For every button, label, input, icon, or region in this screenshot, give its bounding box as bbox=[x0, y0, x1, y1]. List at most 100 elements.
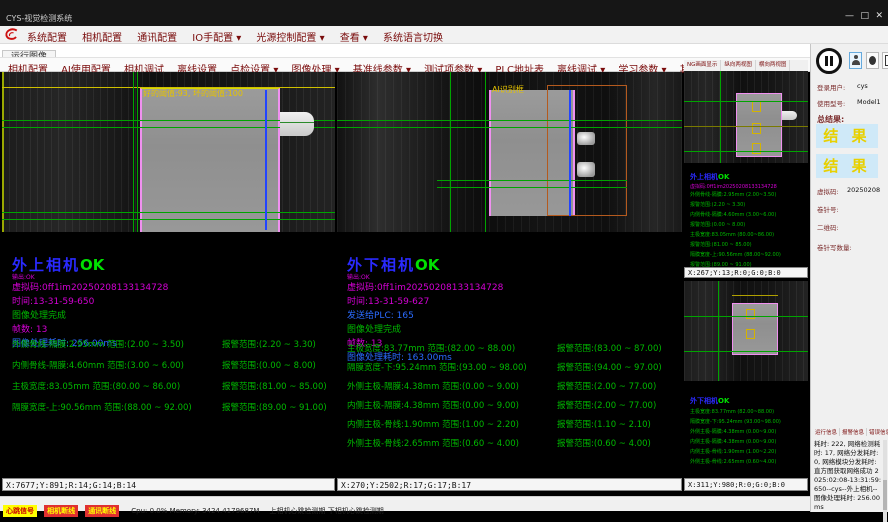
small-bottom-title: 外下相机 bbox=[690, 397, 718, 405]
qr-code-label: 二维码: bbox=[817, 222, 839, 232]
small-bottom-camera-image[interactable] bbox=[684, 281, 808, 381]
small-top-title: 外上相机 bbox=[690, 173, 718, 181]
threshold-overlay-label: 好的阈值:93, 坏的阈值:100 bbox=[143, 88, 243, 99]
measurement-row: 外侧主极-骨线:2.65mm 范围:(0.60 ~ 4.00)报警范围:(0.6… bbox=[347, 437, 682, 456]
measurement-row: 隔膜宽度-下:95.24mm 范围:(93.00 ~ 98.00)报警范围:(9… bbox=[347, 361, 682, 380]
guide-vline bbox=[137, 72, 138, 232]
small-top-camera-image[interactable] bbox=[684, 71, 808, 163]
mini-tab-ng-display[interactable]: NG画面显示 bbox=[684, 60, 721, 71]
measurement-row: 内侧骨线-隔膜:4.60mm 范围:(3.00 ~ 6.00)报警范围:(0.0… bbox=[12, 359, 334, 380]
mini-meas-line: 外侧主极-骨线:2.65mm (0.60~4.00) bbox=[690, 457, 808, 467]
guide-vline bbox=[133, 72, 134, 232]
mid-time: 时间:13-31-59-627 bbox=[347, 295, 677, 309]
measurement-row: 内侧主极-骨线:1.90mm 范围:(1.00 ~ 2.20)报警范围:(1.1… bbox=[347, 418, 682, 437]
virtual-code-value: 20250208 bbox=[847, 186, 880, 194]
close-icon[interactable]: ✕ bbox=[875, 11, 883, 21]
mini-meas-line: 隔膜宽度-上:90.56mm (88.00~92.00) bbox=[690, 250, 808, 260]
tab-handle-shape bbox=[280, 112, 314, 136]
measure-vline-blue bbox=[569, 90, 571, 216]
mid-camera-result: OK bbox=[415, 256, 439, 274]
mini-meas-line: 报警范围:(81.00 ~ 85.00) bbox=[690, 240, 808, 250]
electrode-region bbox=[140, 88, 280, 232]
virtual-code-label: 虚拟码: bbox=[817, 186, 839, 196]
camera-offline-badge: 相机断线 bbox=[44, 505, 78, 517]
bright-blob bbox=[577, 162, 595, 177]
bright-blob bbox=[577, 132, 595, 145]
mini-tab-vertical-views[interactable]: 纵向两视图 bbox=[721, 60, 756, 71]
control-panel: ◂ 登录用户: cys 使用型号: Model1 总结果: 结 果 结 果 虚拟… bbox=[810, 44, 888, 512]
log-scrollbar[interactable] bbox=[883, 440, 887, 522]
measurement-row: 隔膜宽度-上:90.56mm 范围:(88.00 ~ 92.00)报警范围:(8… bbox=[12, 401, 334, 422]
mini-meas-line: 隔膜宽度-下:95.24mm (93.00~98.00) bbox=[690, 417, 808, 427]
login-user-value: cys bbox=[857, 82, 868, 90]
left-measurements: 外侧骨线-隔膜:2.95mm 范围:(2.00 ~ 3.50)报警范围:(2.2… bbox=[12, 338, 334, 422]
status-bar: 心跳信号 相机断线 通讯断线 Cpu: 0.0% Memory: 3424.41… bbox=[0, 496, 810, 511]
left-coord-readout: X:7677;Y:891;R:14;G:14;B:14 bbox=[2, 478, 335, 491]
left-frame-count: 帧数: 13 bbox=[12, 323, 332, 337]
window-title: CYS-视觉检测系统 bbox=[6, 13, 72, 24]
mini-view-tabs: NG画面显示纵向两视图横向两视图 bbox=[684, 60, 808, 71]
yellow-detect-box bbox=[752, 143, 761, 154]
guide-hline bbox=[684, 316, 808, 317]
measurement-row: 内侧主极-隔膜:4.38mm 范围:(0.00 ~ 9.00)报警范围:(2.0… bbox=[347, 399, 682, 418]
measurement-row: 主极宽度:83.05mm 范围:(80.00 ~ 86.00)报警范围:(81.… bbox=[12, 380, 334, 401]
result-badge-1: 结 果 bbox=[816, 124, 878, 148]
ai-box-overlay-label: AI识别框 bbox=[492, 84, 524, 95]
heartbeat-badge: 心跳信号 bbox=[3, 505, 37, 517]
left-virtual-code: 虚拟码:0ff1im20250208133134728 bbox=[12, 281, 332, 295]
small-bottom-info: 外下相机OK 主极宽度:83.77mm (82.00~88.00) 隔膜宽度-下… bbox=[690, 388, 808, 467]
menu-bar: 系统配置 相机配置 通讯配置 IO手配置 ▾ 光源控制配置 ▾ 查看 ▾ 系统语… bbox=[0, 26, 888, 44]
log-tab-alarm-info[interactable]: 报警信息 bbox=[840, 428, 867, 436]
mid-camera-image[interactable]: AI识别框 bbox=[337, 72, 682, 232]
guide-hline bbox=[337, 127, 682, 128]
measurement-row: 外侧主极-隔膜:4.38mm 范围:(0.00 ~ 9.00)报警范围:(2.0… bbox=[347, 380, 682, 399]
mini-meas-line: 主极宽度:83.05mm (80.00~86.00) bbox=[690, 230, 808, 240]
ai-detect-box bbox=[547, 85, 627, 216]
small-top-coord-readout: X:267;Y:13;R:0;G:0;B:0 bbox=[684, 267, 808, 278]
left-camera-info: 外上相机OK 输出:OK 虚拟码:0ff1im20250208133134728… bbox=[12, 254, 332, 351]
log-tab-error-info[interactable]: 错误信息 bbox=[867, 428, 888, 436]
log-tabs: 运行信息报警信息错误信息 bbox=[813, 428, 888, 436]
lock-button[interactable] bbox=[866, 52, 879, 69]
maximize-icon[interactable]: □ bbox=[860, 11, 869, 21]
guide-hline bbox=[437, 180, 627, 181]
mini-tab-horizontal-views[interactable]: 横向两视图 bbox=[756, 60, 791, 71]
yellow-detect-box bbox=[752, 123, 761, 134]
mini-meas-line: 外侧主极-隔膜:4.38mm (0.00~9.00) bbox=[690, 427, 808, 437]
exit-button[interactable]: ◂ bbox=[882, 52, 888, 69]
result-badge-2: 结 果 bbox=[816, 154, 878, 178]
guide-vline bbox=[718, 281, 719, 381]
user-login-button[interactable] bbox=[849, 52, 862, 69]
log-tab-run-info[interactable]: 运行信息 bbox=[813, 428, 840, 436]
guide-hline bbox=[437, 187, 627, 188]
small-bottom-result: OK bbox=[718, 397, 729, 405]
mid-plc-send: 发送给PLC: 165 bbox=[347, 309, 677, 323]
left-time: 时间:13-31-59-650 bbox=[12, 295, 332, 309]
model-value: Model1 bbox=[857, 98, 881, 106]
mini-meas-line: 内侧骨线-隔膜:4.60mm (3.00~6.00) bbox=[690, 210, 808, 220]
guide-hline-olive bbox=[732, 295, 778, 296]
guide-hline bbox=[2, 212, 335, 213]
tab-handle-shape bbox=[782, 111, 797, 120]
person-icon-body bbox=[852, 60, 860, 65]
view-tab-row: 运行图像 bbox=[0, 44, 810, 57]
model-label: 使用型号: bbox=[817, 98, 845, 108]
small-bottom-coord-readout: X:311;Y:980;R:0;G:0;B:0 bbox=[684, 478, 808, 491]
guide-hline bbox=[337, 120, 682, 121]
lock-icon bbox=[869, 56, 876, 65]
mini-meas-line: 报警范围:(0.00 ~ 8.00) bbox=[690, 220, 808, 230]
minimize-icon[interactable]: — bbox=[845, 11, 854, 21]
left-camera-image[interactable]: 好的阈值:93, 坏的阈值:100 bbox=[2, 72, 335, 232]
yellow-detect-box bbox=[752, 101, 761, 112]
small-top-code: 虚拟码:0ff1im20250208133134728 bbox=[690, 183, 808, 190]
measure-vline-blue bbox=[265, 90, 267, 230]
person-icon bbox=[854, 55, 858, 59]
camera-heartbeat-status: 上相机心跳检测期 下相机心跳检测期 bbox=[270, 507, 384, 515]
cpu-memory-readout: Cpu: 0.0% Memory: 3424.4179687M bbox=[131, 507, 259, 515]
pause-button[interactable] bbox=[816, 48, 842, 74]
title-bar: CYS-视觉检测系统 — □ ✕ bbox=[0, 0, 888, 26]
mini-meas-line: 主极宽度:83.77mm (82.00~88.00) bbox=[690, 407, 808, 417]
electrode-region bbox=[732, 303, 778, 355]
guide-hline bbox=[684, 151, 808, 152]
left-camera-result: OK bbox=[80, 256, 104, 274]
